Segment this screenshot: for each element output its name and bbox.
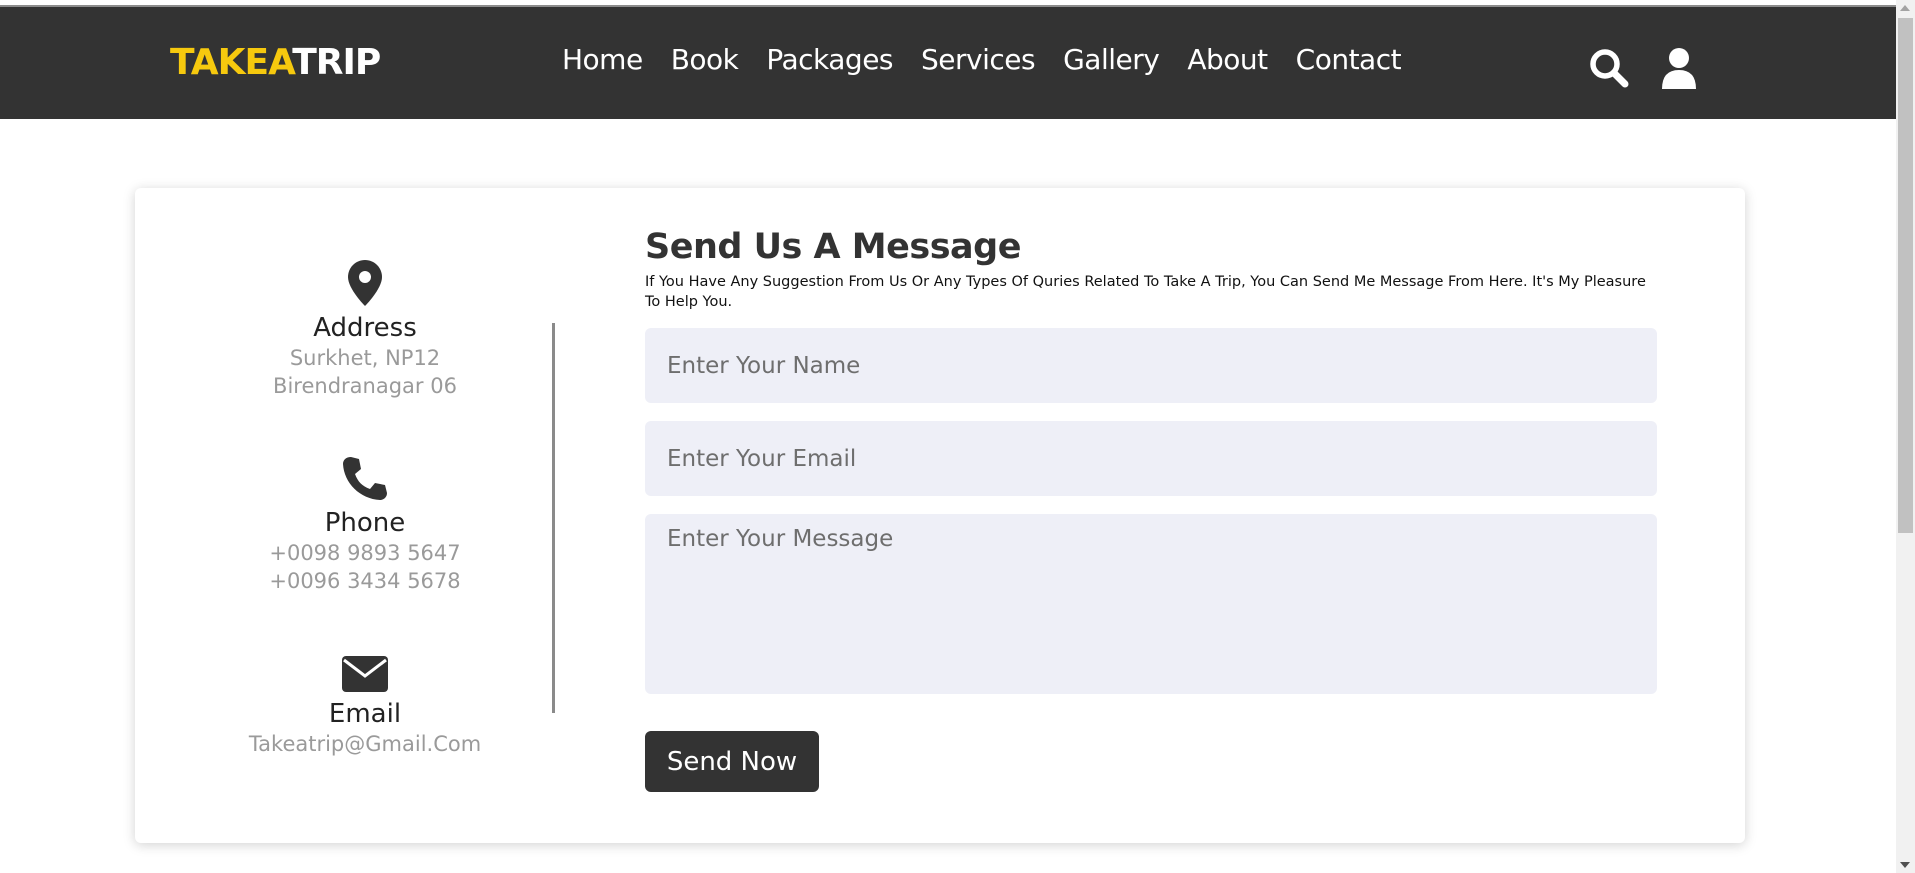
contact-card: Address Surkhet, NP12 Birendranagar 06 P… — [135, 188, 1745, 843]
address-title: Address — [313, 313, 417, 343]
nav-packages[interactable]: Packages — [766, 43, 893, 76]
send-now-button[interactable]: Send Now — [645, 731, 819, 792]
message-textarea[interactable] — [645, 514, 1657, 694]
nav-gallery[interactable]: Gallery — [1063, 43, 1160, 76]
user-icon[interactable] — [1658, 47, 1700, 89]
phone-line-2: +0096 3434 5678 — [269, 569, 461, 593]
form-title: Send Us A Message — [645, 227, 1021, 267]
page-scrollbar[interactable] — [1896, 0, 1915, 873]
column-divider — [552, 323, 555, 713]
phone-title: Phone — [324, 508, 406, 538]
message-form: Send Us A Message If You Have Any Sugges… — [645, 224, 1657, 792]
nav-home[interactable]: Home — [562, 43, 643, 76]
email-line-1: Takeatrip@Gmail.Com — [248, 732, 482, 756]
scroll-thumb[interactable] — [1898, 18, 1913, 533]
nav-contact[interactable]: Contact — [1296, 43, 1402, 76]
site-header: TAKEATRIP Home Book Packages Services Ga… — [0, 7, 1896, 119]
main-nav: Home Book Packages Services Gallery Abou… — [562, 43, 1402, 76]
map-pin-icon — [348, 260, 382, 306]
search-icon[interactable] — [1588, 47, 1630, 89]
scroll-up-arrow-icon[interactable] — [1900, 5, 1910, 11]
email-block: Email Takeatrip@Gmail.Com — [135, 656, 595, 758]
browser-top-border — [0, 0, 1896, 7]
phone-block: Phone +0098 9893 5647 +0096 3434 5678 — [135, 455, 595, 595]
email-input[interactable] — [645, 421, 1657, 496]
envelope-icon — [342, 656, 388, 692]
phone-line-1: +0098 9893 5647 — [269, 541, 461, 565]
nav-services[interactable]: Services — [921, 43, 1036, 76]
nav-book[interactable]: Book — [671, 43, 739, 76]
address-line-2: Birendranagar 06 — [273, 374, 457, 398]
contact-info-column: Address Surkhet, NP12 Birendranagar 06 P… — [135, 188, 595, 843]
address-block: Address Surkhet, NP12 Birendranagar 06 — [135, 260, 595, 400]
scroll-down-arrow-icon[interactable] — [1900, 862, 1910, 868]
phone-icon — [343, 457, 387, 500]
email-title: Email — [328, 699, 402, 729]
nav-about[interactable]: About — [1187, 43, 1268, 76]
logo-part-2: TRIP — [292, 42, 381, 83]
form-description: If You Have Any Suggestion From Us Or An… — [645, 274, 1646, 310]
site-logo[interactable]: TAKEATRIP — [170, 42, 381, 83]
logo-part-1: TAKEA — [170, 42, 293, 83]
address-line-1: Surkhet, NP12 — [289, 346, 441, 370]
name-input[interactable] — [645, 328, 1657, 403]
